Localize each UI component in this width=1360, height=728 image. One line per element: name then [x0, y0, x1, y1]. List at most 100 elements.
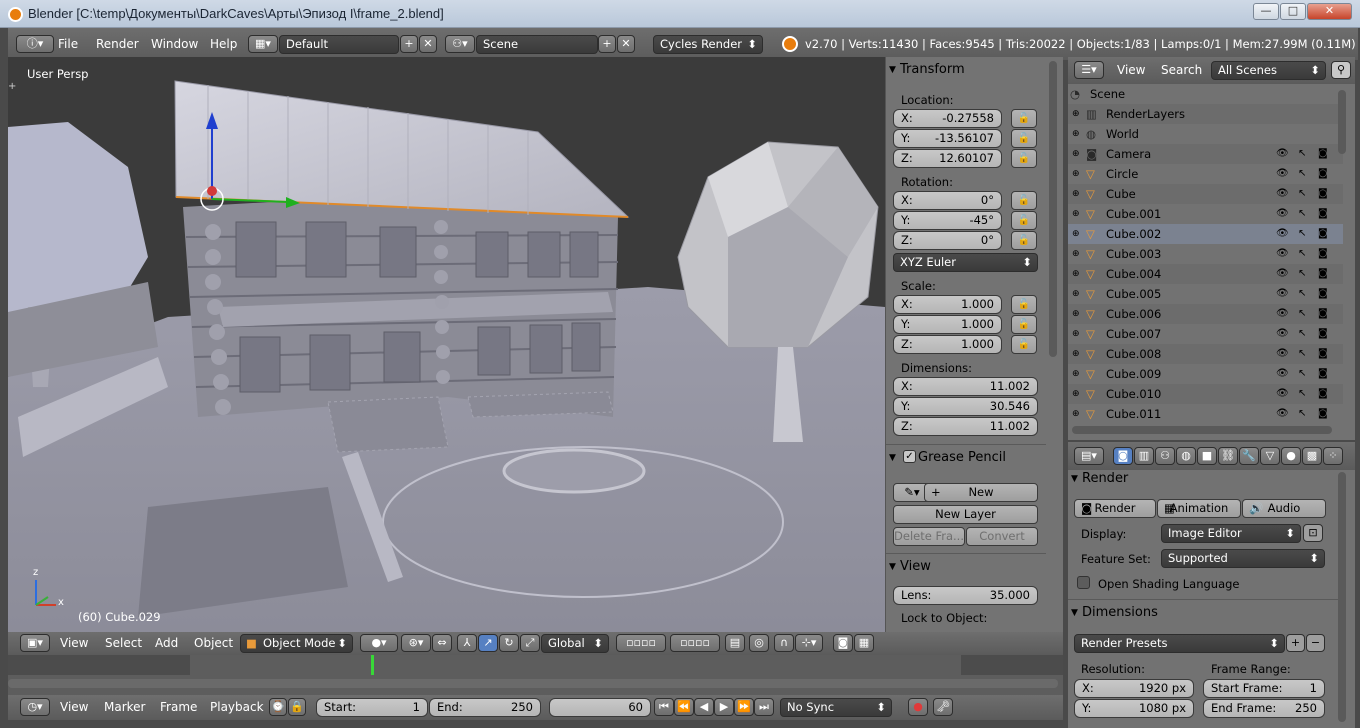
- audio-button[interactable]: 🔊 Audio: [1242, 499, 1326, 518]
- outliner-item[interactable]: ⊕ ▥ RenderLayers: [1068, 104, 1343, 124]
- eye-icon[interactable]: 👁: [1276, 144, 1289, 164]
- camera-icon[interactable]: ◙: [1318, 364, 1328, 384]
- camera-icon[interactable]: ◙: [1318, 184, 1328, 204]
- editor-type-3dview-icon[interactable]: ▣▾: [20, 634, 50, 652]
- eye-icon[interactable]: 👁: [1276, 344, 1289, 364]
- pivot-point-icon[interactable]: ⊛▾: [401, 634, 431, 652]
- cursor-icon[interactable]: ↖: [1298, 244, 1306, 264]
- record-icon[interactable]: ●: [908, 698, 928, 716]
- display-select[interactable]: Image Editor ⬍: [1161, 524, 1301, 543]
- expand-icon[interactable]: ⊕: [1072, 244, 1080, 264]
- outliner-item[interactable]: ⊕ ▽ Circle 👁 ↖ ◙: [1068, 164, 1343, 184]
- animation-button[interactable]: ▦ Animation: [1157, 499, 1241, 518]
- menu-object[interactable]: Object: [194, 632, 233, 655]
- lock-icon[interactable]: 🔓: [1011, 149, 1037, 168]
- jump-start-icon[interactable]: ⏮: [654, 698, 674, 716]
- eye-icon[interactable]: 👁: [1276, 404, 1289, 424]
- lock-icon[interactable]: 🔓: [1011, 129, 1037, 148]
- outliner-item[interactable]: ⊕ ▽ Cube.009 👁 ↖ ◙: [1068, 364, 1343, 384]
- renderlayers-tab-icon[interactable]: ▥: [1134, 447, 1154, 465]
- rotation-x-field[interactable]: X: 0°: [893, 191, 1002, 210]
- orientation-select[interactable]: Global ⬍: [541, 634, 609, 653]
- sync-mode-select[interactable]: No Sync ⬍: [780, 698, 892, 717]
- outliner-hscrollbar[interactable]: [1072, 426, 1332, 434]
- menu-add[interactable]: Add: [155, 632, 178, 655]
- close-button[interactable]: ✕: [1307, 3, 1352, 20]
- camera-icon[interactable]: ◙: [1318, 224, 1328, 244]
- end-frame-field[interactable]: End: 250: [429, 698, 541, 717]
- outliner-item[interactable]: ⊕ ▽ Cube.003 👁 ↖ ◙: [1068, 244, 1343, 264]
- eye-icon[interactable]: 👁: [1276, 164, 1289, 184]
- outliner-scrollbar[interactable]: [1338, 90, 1346, 154]
- render-engine-select[interactable]: Cycles Render ⬍: [653, 35, 763, 54]
- layers-grid-2-icon[interactable]: ▫▫▫▫: [670, 634, 720, 652]
- expand-icon[interactable]: ⊕: [1072, 144, 1080, 164]
- proportional-edit-icon[interactable]: ◎: [749, 634, 769, 652]
- cursor-icon[interactable]: ↖: [1298, 384, 1306, 404]
- expand-icon[interactable]: ⊕: [1072, 364, 1080, 384]
- outliner-item[interactable]: ◔ Scene: [1068, 84, 1343, 104]
- editor-type-outliner-icon[interactable]: ☰▾: [1074, 61, 1104, 79]
- camera-icon[interactable]: ◙: [1318, 264, 1328, 284]
- rotate-manipulator-icon[interactable]: ↻: [499, 634, 519, 652]
- jump-end-icon[interactable]: ⏭: [754, 698, 774, 716]
- editor-type-properties-icon[interactable]: ▤▾: [1074, 447, 1104, 465]
- cursor-icon[interactable]: ↖: [1298, 224, 1306, 244]
- camera-icon[interactable]: ◙: [1318, 384, 1328, 404]
- camera-icon[interactable]: ◙: [1318, 344, 1328, 364]
- render-animation-icon[interactable]: ▦: [854, 634, 874, 652]
- dimensions-panel-header[interactable]: Dimensions: [1068, 602, 1338, 624]
- scene-field[interactable]: Scene: [476, 35, 598, 54]
- menu-timeline-view[interactable]: View: [60, 695, 88, 720]
- osl-checkbox[interactable]: [1077, 576, 1090, 589]
- lens-field[interactable]: Lens: 35.000: [893, 586, 1038, 605]
- eye-icon[interactable]: 👁: [1276, 244, 1289, 264]
- remove-scene-icon[interactable]: ✕: [617, 35, 635, 53]
- screen-layout-field[interactable]: Default: [279, 35, 399, 54]
- outliner-menu-search[interactable]: Search: [1161, 57, 1202, 84]
- scale-z-field[interactable]: Z: 1.000: [893, 335, 1002, 354]
- jump-keyframe-back-icon[interactable]: ⏪: [674, 698, 694, 716]
- lock-icon[interactable]: 🔓: [1011, 335, 1037, 354]
- cursor-icon[interactable]: ↖: [1298, 204, 1306, 224]
- camera-icon[interactable]: ◙: [1318, 144, 1328, 164]
- eye-icon[interactable]: 👁: [1276, 384, 1289, 404]
- new-grease-pencil-button[interactable]: + New: [924, 483, 1038, 502]
- menu-playback[interactable]: Playback: [210, 695, 264, 720]
- expand-icon[interactable]: ⊕: [1072, 224, 1080, 244]
- screen-layout-icon[interactable]: ▦▾: [248, 35, 278, 53]
- camera-icon[interactable]: ◙: [1318, 404, 1328, 424]
- editor-type-timeline-icon[interactable]: ◷▾: [20, 698, 50, 716]
- outliner-display-mode-select[interactable]: All Scenes ⬍: [1211, 61, 1326, 80]
- location-y-field[interactable]: Y: -13.56107: [893, 129, 1002, 148]
- data-tab-icon[interactable]: ▽: [1260, 447, 1280, 465]
- outliner-item[interactable]: ⊕ ◙ Camera 👁 ↖ ◙: [1068, 144, 1343, 164]
- add-preset-icon[interactable]: +: [1286, 634, 1305, 652]
- expand-icon[interactable]: ⊕: [1072, 204, 1080, 224]
- eye-icon[interactable]: 👁: [1276, 304, 1289, 324]
- expand-icon[interactable]: ⊕: [1072, 124, 1080, 144]
- lock-layers-icon[interactable]: ▤: [725, 634, 745, 652]
- eye-icon[interactable]: 👁: [1276, 264, 1289, 284]
- lock-icon[interactable]: 🔓: [1011, 211, 1037, 230]
- rotation-y-field[interactable]: Y: -45°: [893, 211, 1002, 230]
- convert-button[interactable]: Convert: [966, 527, 1038, 546]
- remove-preset-icon[interactable]: −: [1306, 634, 1325, 652]
- lock-time-icon[interactable]: 🔒: [288, 698, 306, 716]
- minimize-button[interactable]: —: [1253, 3, 1279, 20]
- expand-icon[interactable]: ⊕: [1072, 184, 1080, 204]
- move-manipulator-icon[interactable]: ↗: [478, 634, 498, 652]
- expand-icon[interactable]: ⊕: [1072, 324, 1080, 344]
- eye-icon[interactable]: 👁: [1276, 184, 1289, 204]
- camera-icon[interactable]: ◙: [1318, 164, 1328, 184]
- delete-frame-button[interactable]: Delete Fra...: [893, 527, 965, 546]
- transform-panel-header[interactable]: Transform: [886, 59, 1046, 81]
- play-reverse-icon[interactable]: ◀: [694, 698, 714, 716]
- resolution-y-field[interactable]: Y: 1080 px: [1074, 699, 1194, 718]
- material-tab-icon[interactable]: ●: [1281, 447, 1301, 465]
- world-tab-icon[interactable]: ◍: [1176, 447, 1196, 465]
- outliner-menu-view[interactable]: View: [1117, 57, 1145, 84]
- texture-tab-icon[interactable]: ▩: [1302, 447, 1322, 465]
- add-layout-icon[interactable]: +: [400, 35, 418, 53]
- properties-scrollbar[interactable]: [1338, 472, 1346, 722]
